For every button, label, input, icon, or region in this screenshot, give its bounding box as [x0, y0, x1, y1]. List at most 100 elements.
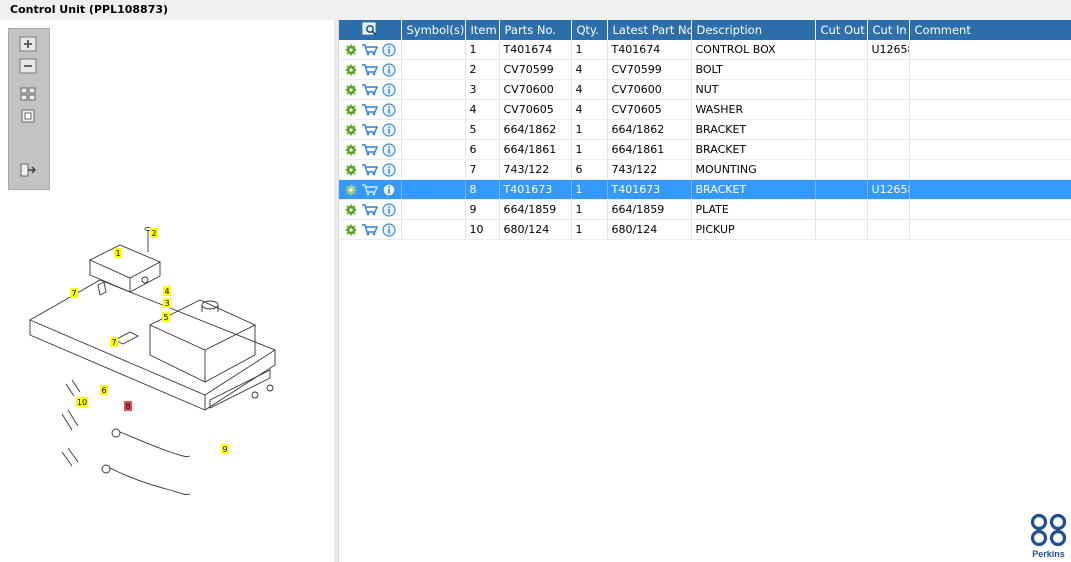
- export-icon: [20, 163, 36, 177]
- gear-icon[interactable]: [345, 144, 357, 156]
- gear-icon[interactable]: [345, 204, 357, 216]
- info-icon[interactable]: [382, 222, 396, 237]
- table-row[interactable]: 6 664/1861 1 664/1861 BRACKET: [339, 139, 1071, 160]
- cell-description: BRACKET: [691, 119, 816, 140]
- actual-size-button[interactable]: [17, 107, 39, 125]
- cell-item: 7: [465, 159, 500, 180]
- callout-8[interactable]: 8: [124, 401, 132, 411]
- header-item[interactable]: Item: [465, 20, 500, 40]
- cell-comment: [909, 119, 1071, 140]
- info-icon[interactable]: [382, 182, 396, 197]
- info-icon[interactable]: [382, 82, 396, 97]
- callout-1[interactable]: 1: [114, 248, 122, 258]
- callout-7[interactable]: 7: [110, 337, 118, 347]
- gear-icon[interactable]: [345, 184, 357, 196]
- gear-icon[interactable]: [345, 224, 357, 236]
- gear-icon[interactable]: [345, 84, 357, 96]
- info-icon[interactable]: [382, 42, 396, 57]
- table-row[interactable]: 10 680/124 1 680/124 PICKUP: [339, 219, 1071, 240]
- cell-item: 4: [465, 99, 500, 120]
- cart-icon[interactable]: [361, 123, 378, 136]
- row-actions: [339, 119, 402, 140]
- info-icon[interactable]: [382, 122, 396, 137]
- info-icon[interactable]: [382, 142, 396, 157]
- info-icon[interactable]: [382, 62, 396, 77]
- cart-icon[interactable]: [361, 63, 378, 76]
- callout-5[interactable]: 5: [162, 312, 170, 322]
- info-icon[interactable]: [382, 102, 396, 117]
- header-latest-part-no[interactable]: Latest Part No.: [607, 20, 692, 40]
- perkins-logo-mark: [1030, 513, 1067, 547]
- cell-comment: [909, 79, 1071, 100]
- callout-3[interactable]: 3: [163, 298, 171, 308]
- table-row[interactable]: 4 CV70605 4 CV70605 WASHER: [339, 99, 1071, 120]
- drawing-pane[interactable]: 1 2 3 4 5 6 7 7 8 9 10: [0, 20, 335, 562]
- fit-all-button[interactable]: [17, 85, 39, 103]
- header-description[interactable]: Description: [691, 20, 816, 40]
- cell-symbols: [401, 199, 466, 220]
- gear-icon[interactable]: [345, 44, 357, 56]
- cart-icon[interactable]: [361, 163, 378, 176]
- cell-cut-in: U12658: [867, 40, 910, 60]
- callout-9[interactable]: 9: [221, 444, 229, 454]
- cell-qty: 1: [571, 40, 608, 60]
- cart-icon[interactable]: [361, 223, 378, 236]
- cell-qty: 1: [571, 139, 608, 160]
- header-cut-out[interactable]: Cut Out: [815, 20, 868, 40]
- callout-label: 3: [164, 299, 169, 308]
- cart-icon[interactable]: [361, 183, 378, 196]
- info-icon[interactable]: [382, 202, 396, 217]
- table-row[interactable]: 8T4016731T401673BRACKETU12658: [339, 179, 1071, 200]
- cart-icon[interactable]: [361, 103, 378, 116]
- gear-icon[interactable]: [345, 64, 357, 76]
- exploded-parts-drawing[interactable]: 1 2 3 4 5 6 7 7 8 9 10: [20, 200, 320, 520]
- table-row[interactable]: 2 CV70599 4 CV70599 BOLT: [339, 59, 1071, 80]
- header-parts-no[interactable]: Parts No.: [499, 20, 572, 40]
- cell-latest-part-no: CV70599: [607, 59, 692, 80]
- zoom-out-button[interactable]: [17, 57, 39, 75]
- cell-comment: [909, 219, 1071, 240]
- gear-icon[interactable]: [345, 124, 357, 136]
- header-qty[interactable]: Qty.: [571, 20, 608, 40]
- brand-name: Perkins: [1032, 549, 1065, 559]
- cart-icon[interactable]: [361, 203, 378, 216]
- header-comment[interactable]: Comment: [909, 20, 1071, 40]
- table-row[interactable]: 9 664/1859 1 664/1859 PLATE: [339, 199, 1071, 220]
- cart-icon[interactable]: [361, 143, 378, 156]
- export-button[interactable]: [17, 161, 39, 179]
- callout-2[interactable]: 2: [150, 228, 158, 238]
- table-row[interactable]: 7 743/122 6 743/122 MOUNTING: [339, 159, 1071, 180]
- cell-cut-out: [815, 40, 868, 60]
- callout-label: 4: [164, 287, 169, 296]
- callout-label: 7: [111, 338, 116, 347]
- zoom-in-button[interactable]: [17, 35, 39, 53]
- header-symbols[interactable]: Symbol(s): [401, 20, 466, 40]
- window-title: Control Unit (PPL108873): [10, 3, 169, 16]
- row-actions: [339, 99, 402, 120]
- row-actions: [339, 219, 402, 240]
- cell-cut-out: [815, 119, 868, 140]
- cart-icon[interactable]: [361, 83, 378, 96]
- cell-description: PLATE: [691, 199, 816, 220]
- search-grid-icon: [362, 22, 377, 36]
- header-actions[interactable]: [339, 20, 402, 40]
- callout-10[interactable]: 10: [76, 397, 88, 407]
- callout-4[interactable]: 4: [163, 286, 171, 296]
- header-cut-in[interactable]: Cut In: [867, 20, 910, 40]
- cart-icon[interactable]: [361, 43, 378, 56]
- callout-7[interactable]: 7: [70, 288, 78, 298]
- cell-part-no: 664/1859: [499, 199, 572, 220]
- table-row[interactable]: 1T4016741T401674CONTROL BOXU12658: [339, 40, 1071, 60]
- table-row[interactable]: 5 664/1862 1 664/1862 BRACKET: [339, 119, 1071, 140]
- fit-all-icon: [20, 87, 36, 101]
- cell-cut-in: [867, 119, 910, 140]
- gear-icon[interactable]: [345, 164, 357, 176]
- cell-item: 2: [465, 59, 500, 80]
- callout-6[interactable]: 6: [100, 385, 108, 395]
- cell-part-no: CV70599: [499, 59, 572, 80]
- gear-icon[interactable]: [345, 104, 357, 116]
- cell-cut-in: [867, 99, 910, 120]
- table-row[interactable]: 3 CV70600 4 CV70600 NUT: [339, 79, 1071, 100]
- zoom-toolbar: [8, 28, 50, 190]
- info-icon[interactable]: [382, 162, 396, 177]
